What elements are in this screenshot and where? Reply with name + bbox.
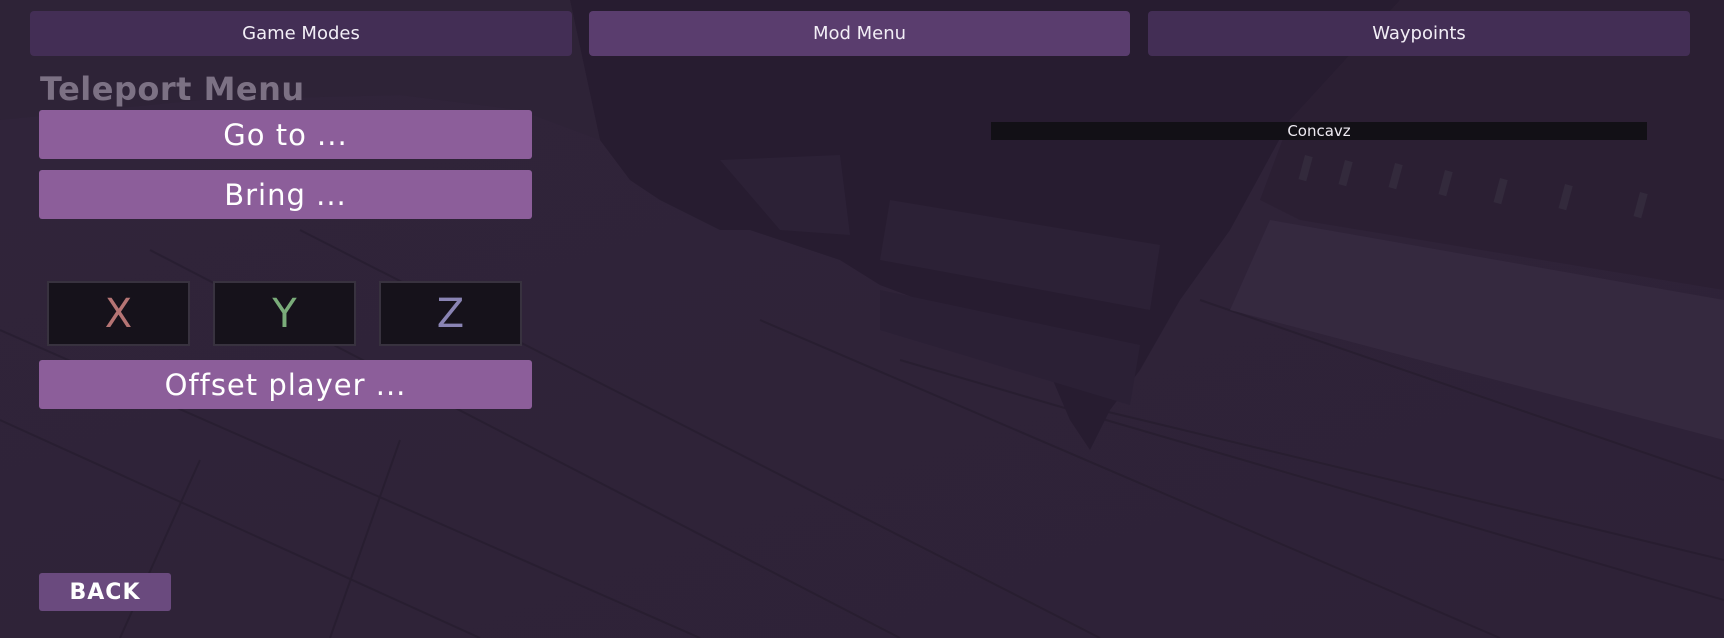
tab-waypoints-label: Waypoints — [1372, 23, 1466, 44]
y-placeholder: Y — [272, 290, 297, 337]
z-coordinate-input[interactable]: Z — [379, 281, 522, 346]
tab-mod-menu[interactable]: Mod Menu — [589, 11, 1130, 56]
z-placeholder: Z — [436, 290, 465, 337]
tab-waypoints[interactable]: Waypoints — [1148, 11, 1690, 56]
teleport-menu-title: Teleport Menu — [40, 70, 305, 108]
tab-game-modes[interactable]: Game Modes — [30, 11, 572, 56]
player-name: Concavz — [1287, 122, 1351, 140]
y-coordinate-input[interactable]: Y — [213, 281, 356, 346]
x-coordinate-input[interactable]: X — [47, 281, 190, 346]
back-label: BACK — [69, 579, 141, 605]
tab-game-modes-label: Game Modes — [242, 23, 360, 44]
go-to-label: Go to ... — [223, 117, 348, 152]
offset-player-button[interactable]: Offset player ... — [39, 360, 532, 409]
back-button[interactable]: BACK — [39, 573, 171, 611]
offset-player-label: Offset player ... — [164, 367, 407, 402]
bring-label: Bring ... — [224, 177, 347, 212]
go-to-button[interactable]: Go to ... — [39, 110, 532, 159]
player-list-item[interactable]: Concavz — [991, 122, 1647, 140]
tab-mod-menu-label: Mod Menu — [812, 23, 907, 44]
x-placeholder: X — [104, 290, 133, 337]
bring-button[interactable]: Bring ... — [39, 170, 532, 219]
